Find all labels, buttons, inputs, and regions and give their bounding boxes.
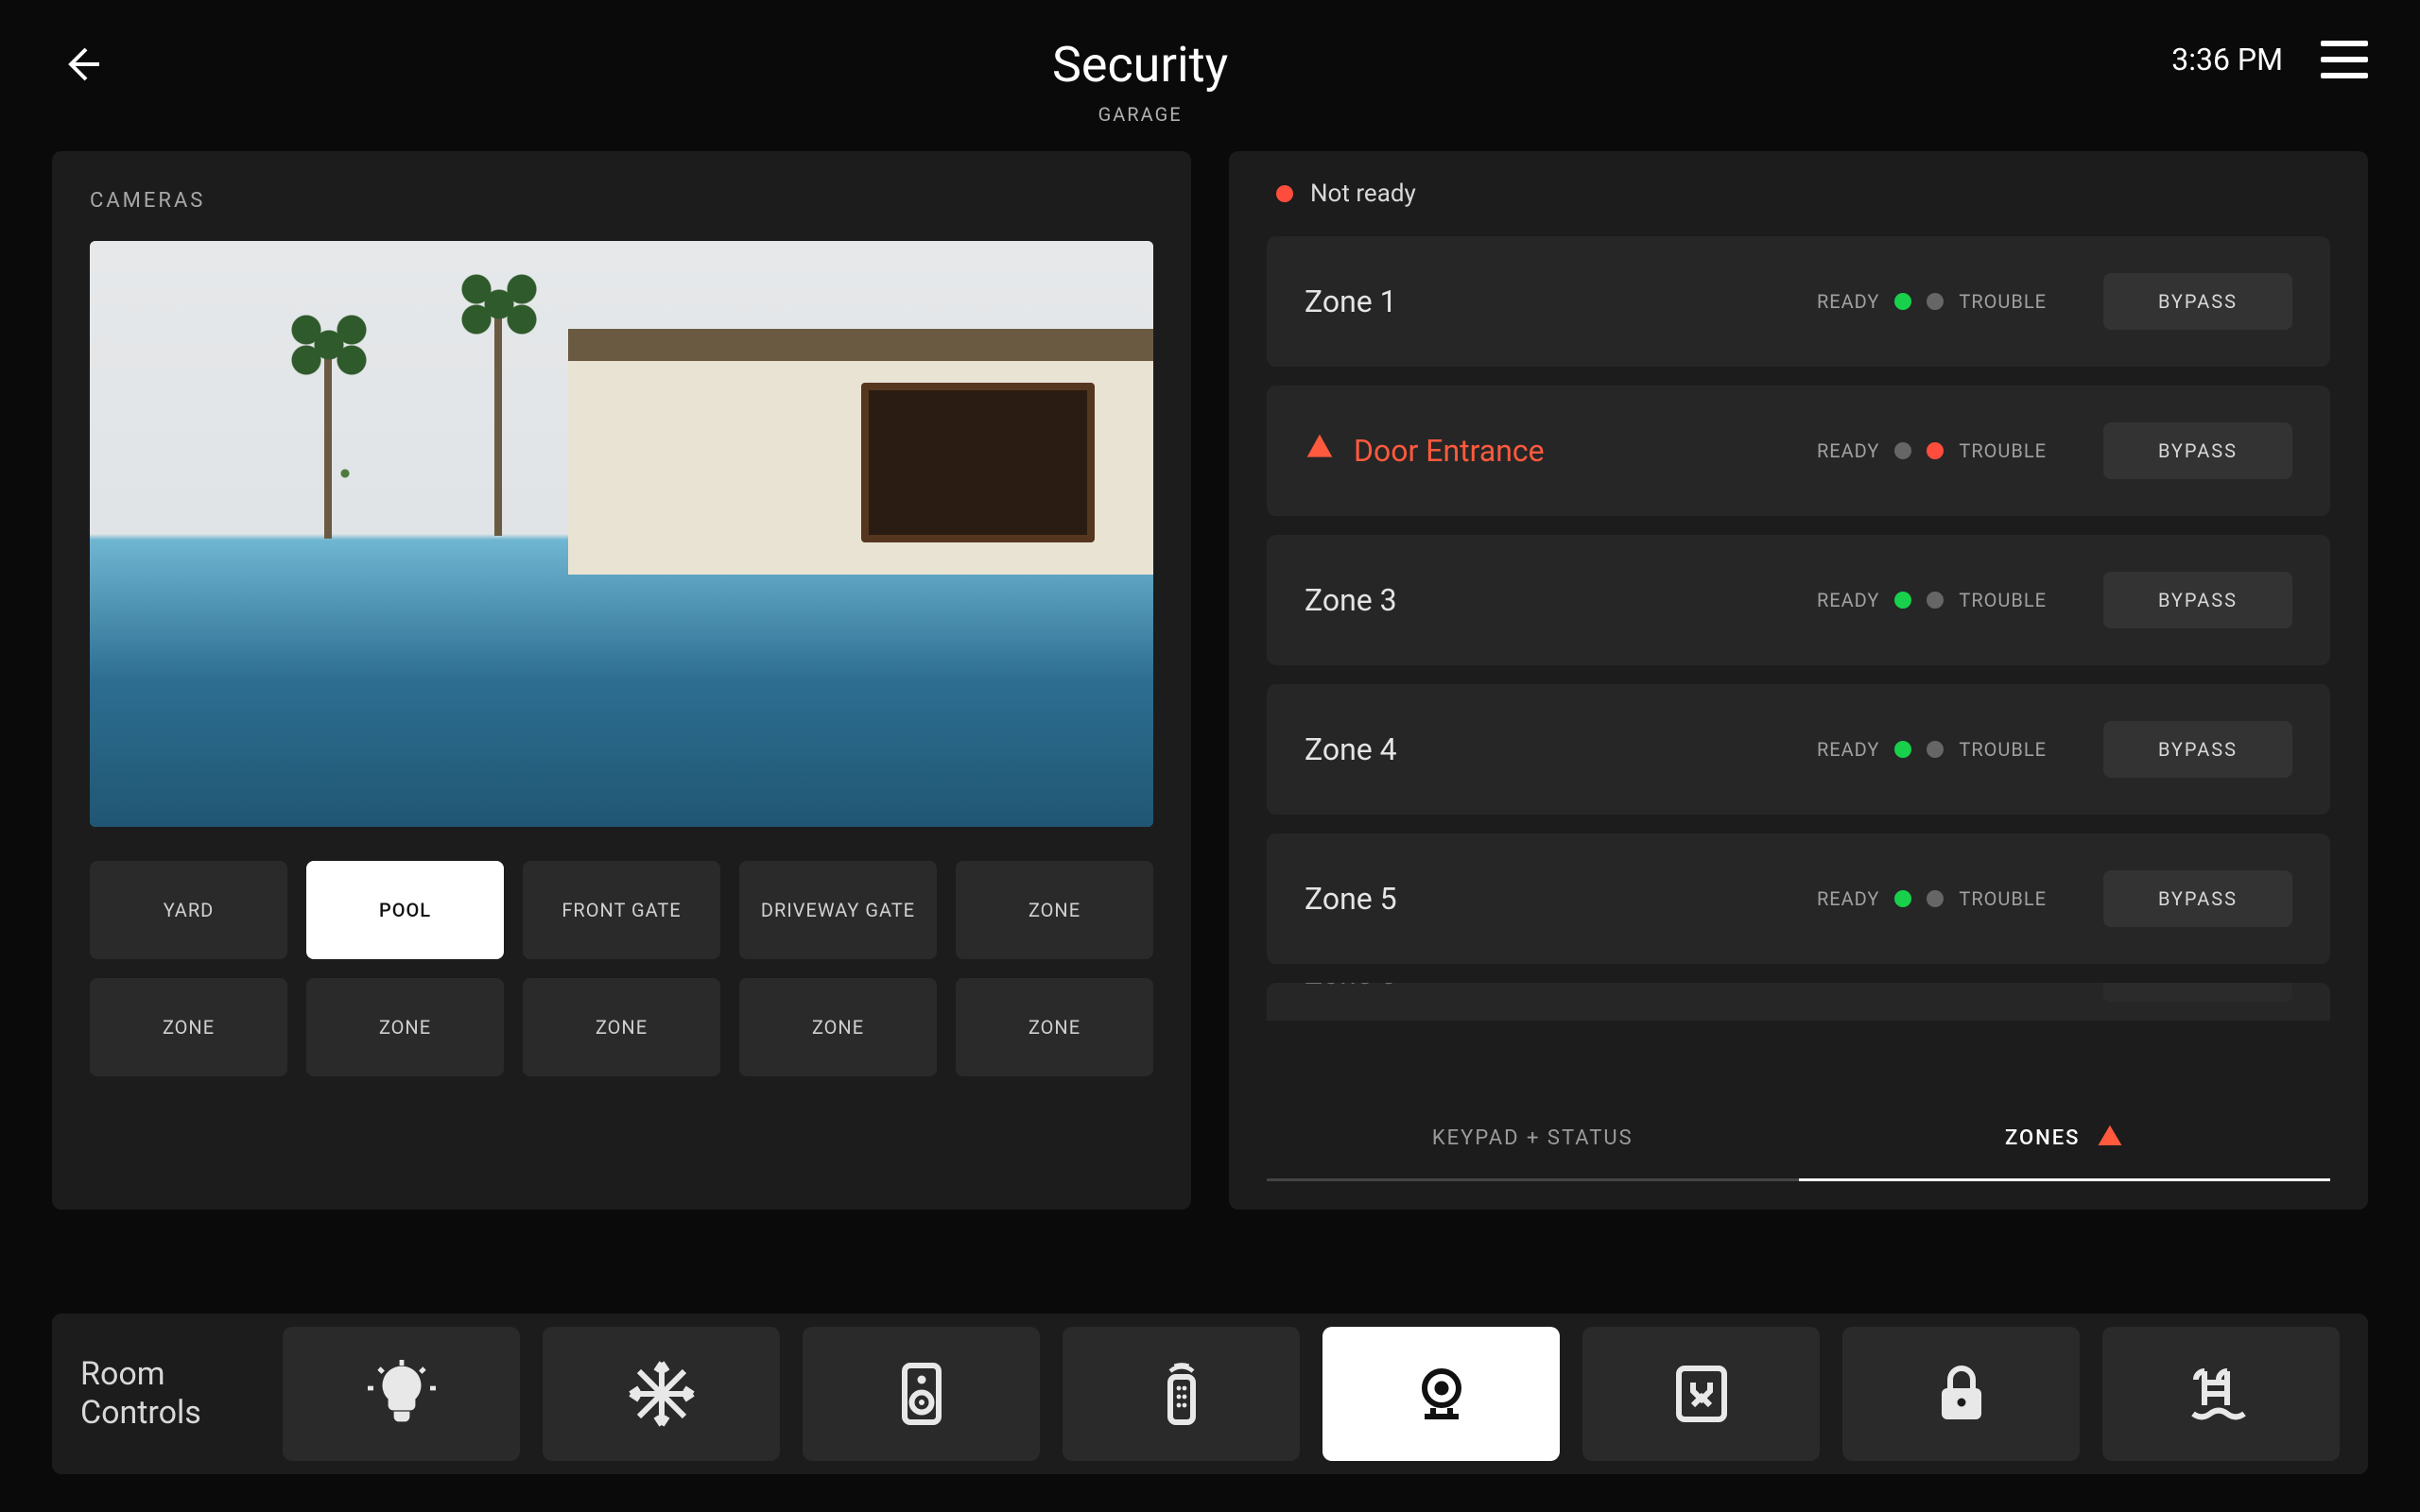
snowflake-icon — [628, 1360, 696, 1428]
trouble-label: TROUBLE — [1959, 738, 2047, 761]
dock-pool-button[interactable] — [2102, 1327, 2340, 1461]
bypass-button[interactable]: BYPASS — [2103, 870, 2292, 927]
camera-grid: YARD POOL FRONT GATE DRIVEWAY GATE ZONE … — [90, 861, 1153, 1076]
bypass-button[interactable]: BYPASS — [2103, 983, 2292, 1002]
bypass-button[interactable]: BYPASS — [2103, 572, 2292, 628]
bypass-button[interactable]: BYPASS — [2103, 422, 2292, 479]
room-controls-dock: RoomControls — [52, 1314, 2368, 1474]
header-center: Security GARAGE — [109, 36, 2171, 126]
header: Security GARAGE 3:36 PM — [0, 0, 2420, 151]
shade-icon — [1668, 1360, 1736, 1428]
dock-light-button[interactable] — [283, 1327, 520, 1461]
dock-remote-button[interactable] — [1063, 1327, 1300, 1461]
ready-label: READY — [1817, 290, 1879, 313]
zone-row: Zone 6 READY TROUBLE BYPASS — [1267, 983, 2330, 1021]
zone-name: Zone 5 — [1305, 881, 1817, 917]
camera-icon — [1408, 1360, 1476, 1428]
page-subtitle: GARAGE — [109, 103, 2171, 126]
zone-status: READY TROUBLE — [1817, 439, 2047, 462]
ready-dot-icon — [1894, 890, 1911, 907]
zone-name: Door Entrance — [1305, 432, 1817, 470]
speaker-icon — [888, 1360, 956, 1428]
trouble-label: TROUBLE — [1959, 290, 2047, 313]
ready-label: READY — [1817, 439, 1879, 462]
ready-dot-icon — [1894, 592, 1911, 609]
zone-tabs: KEYPAD + STATUS ZONES — [1267, 1098, 2330, 1181]
zone-row: Door Entrance READY TROUBLE BYPASS — [1267, 386, 2330, 516]
camera-feed[interactable] — [90, 241, 1153, 827]
pool-icon — [2187, 1360, 2256, 1428]
cameras-label: CAMERAS — [90, 189, 1153, 213]
warning-icon — [1305, 432, 1335, 470]
zone-row: Zone 1 READY TROUBLE BYPASS — [1267, 236, 2330, 367]
dock-climate-button[interactable] — [543, 1327, 780, 1461]
bypass-button[interactable]: BYPASS — [2103, 721, 2292, 778]
camera-button-yard[interactable]: YARD — [90, 861, 287, 959]
back-button[interactable] — [52, 36, 109, 93]
camera-button-front-gate[interactable]: FRONT GATE — [523, 861, 720, 959]
zone-name: Zone 1 — [1305, 284, 1817, 319]
page-title: Security — [109, 36, 2171, 94]
header-right: 3:36 PM — [2171, 41, 2368, 78]
zone-status: READY TROUBLE — [1817, 887, 2047, 910]
ready-dot-icon — [1894, 741, 1911, 758]
zone-status: READY TROUBLE — [1817, 983, 2047, 985]
ready-dot-icon — [1894, 293, 1911, 310]
zone-row: Zone 3 READY TROUBLE BYPASS — [1267, 535, 2330, 665]
camera-button-zone[interactable]: ZONE — [739, 978, 937, 1076]
bypass-button[interactable]: BYPASS — [2103, 273, 2292, 330]
zone-status: READY TROUBLE — [1817, 738, 2047, 761]
camera-button-pool[interactable]: POOL — [306, 861, 504, 959]
warning-icon — [2096, 1122, 2124, 1156]
light-icon — [368, 1360, 436, 1428]
camera-button-zone[interactable]: ZONE — [306, 978, 504, 1076]
zone-row: Zone 4 READY TROUBLE BYPASS — [1267, 684, 2330, 815]
trouble-dot-icon — [1927, 293, 1944, 310]
ready-label: READY — [1817, 887, 1879, 910]
clock: 3:36 PM — [2171, 42, 2283, 77]
menu-button[interactable] — [2321, 41, 2368, 78]
trouble-dot-icon — [1927, 890, 1944, 907]
camera-button-zone[interactable]: ZONE — [956, 978, 1153, 1076]
zone-list[interactable]: Zone 1 READY TROUBLE BYPASS Door Entranc… — [1267, 236, 2330, 1089]
ready-label: READY — [1817, 738, 1879, 761]
zone-name: Zone 4 — [1305, 731, 1817, 767]
arrow-left-icon — [58, 42, 103, 87]
lock-icon — [1927, 1360, 1996, 1428]
cameras-panel: CAMERAS YARD POOL FRONT GATE DRIVEWAY GA… — [52, 151, 1191, 1210]
dock-shade-button[interactable] — [1582, 1327, 1820, 1461]
dock-label: RoomControls — [80, 1355, 251, 1433]
status-text: Not ready — [1310, 180, 1416, 208]
camera-button-zone[interactable]: ZONE — [523, 978, 720, 1076]
ready-dot-icon — [1894, 442, 1911, 459]
zone-status: READY TROUBLE — [1817, 589, 2047, 611]
system-status: Not ready — [1267, 180, 2330, 208]
zone-status: READY TROUBLE — [1817, 290, 2047, 313]
zone-row: Zone 5 READY TROUBLE BYPASS — [1267, 833, 2330, 964]
dock-camera-button[interactable] — [1322, 1327, 1560, 1461]
trouble-label: TROUBLE — [1959, 887, 2047, 910]
camera-button-zone[interactable]: ZONE — [956, 861, 1153, 959]
trouble-dot-icon — [1927, 741, 1944, 758]
zone-name: Zone 6 — [1305, 983, 1817, 991]
dock-speaker-button[interactable] — [803, 1327, 1040, 1461]
tab-zones[interactable]: ZONES — [1799, 1098, 2331, 1181]
trouble-label: TROUBLE — [1959, 589, 2047, 611]
zone-name: Zone 3 — [1305, 582, 1817, 618]
status-dot-icon — [1276, 185, 1293, 202]
trouble-dot-icon — [1927, 592, 1944, 609]
remote-icon — [1148, 1360, 1216, 1428]
dock-lock-button[interactable] — [1842, 1327, 2080, 1461]
zones-panel: Not ready Zone 1 READY TROUBLE BYPASS — [1229, 151, 2368, 1210]
tab-keypad-status[interactable]: KEYPAD + STATUS — [1267, 1098, 1799, 1181]
hamburger-icon — [2321, 41, 2368, 46]
trouble-dot-icon — [1927, 442, 1944, 459]
trouble-label: TROUBLE — [1959, 439, 2047, 462]
camera-button-zone[interactable]: ZONE — [90, 978, 287, 1076]
ready-label: READY — [1817, 589, 1879, 611]
camera-button-driveway-gate[interactable]: DRIVEWAY GATE — [739, 861, 937, 959]
